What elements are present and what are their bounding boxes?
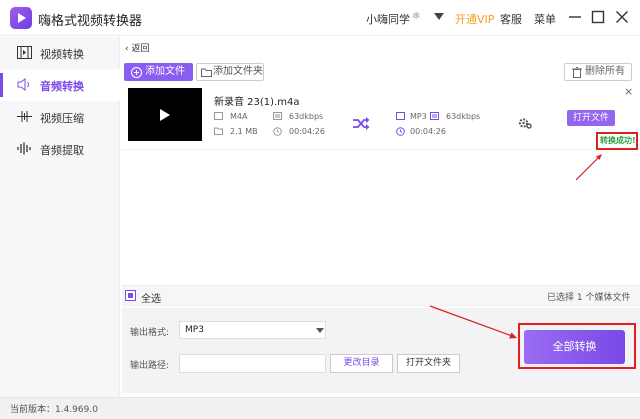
format-select[interactable]: MP3 — [179, 321, 326, 339]
add-file-button[interactable]: 添加文件 — [124, 63, 193, 81]
source-bitrate: 63dkbps — [289, 112, 324, 121]
shuffle-convert-icon — [353, 117, 370, 130]
sidebar-item-video-convert[interactable]: 视频转换 — [0, 37, 120, 69]
clock-icon — [273, 127, 282, 136]
target-format: MP3 — [410, 112, 427, 121]
user-dropdown-icon[interactable] — [434, 13, 444, 21]
version-text: 当前版本：1.4.969.0 — [10, 405, 98, 415]
close-icon[interactable] — [615, 10, 629, 24]
sidebar-item-audio-convert[interactable]: 音频转换 — [0, 69, 120, 101]
sidebar: 视频转换 音频转换 视频压缩 音频提取 — [0, 37, 120, 397]
format-icon — [214, 112, 223, 120]
select-all-label[interactable]: 全选 — [141, 290, 161, 305]
user-badge-icon: ❄ — [412, 11, 421, 22]
sidebar-item-video-compress[interactable]: 视频压缩 — [0, 101, 120, 133]
menu-link[interactable]: 菜单 — [534, 11, 556, 27]
bitrate-icon — [273, 112, 282, 120]
select-all-checkbox[interactable] — [125, 290, 136, 301]
add-folder-label: 添加文件夹 — [213, 66, 263, 77]
selected-count: 已选择 1 个媒体文件 — [547, 293, 631, 303]
source-size: 2.1 MB — [230, 127, 258, 136]
audio-convert-icon — [17, 78, 32, 91]
trash-icon — [572, 67, 582, 78]
vip-link[interactable]: 开通VIP — [455, 11, 494, 27]
back-link[interactable]: ‹ 返回 — [125, 41, 149, 54]
file-name: 新录音 23(1).m4a — [214, 97, 300, 108]
target-clock-icon — [396, 127, 405, 136]
source-duration: 00:04:26 — [289, 127, 325, 136]
open-file-button[interactable]: 打开文件 — [567, 110, 615, 126]
format-label: 输出格式: — [130, 328, 170, 338]
annotation-arrow — [428, 304, 520, 340]
add-file-label: 添加文件 — [145, 66, 185, 77]
status-badge: 转换成功! — [600, 136, 636, 145]
plus-icon — [131, 67, 142, 78]
sidebar-item-label: 音频提取 — [40, 144, 84, 157]
target-format-icon — [396, 112, 405, 120]
target-bitrate: 63dkbps — [446, 112, 481, 121]
remove-file-icon[interactable]: × — [624, 86, 633, 97]
minimize-icon[interactable] — [568, 10, 582, 24]
compress-icon — [17, 110, 32, 123]
user-name[interactable]: 小嗨同学 — [366, 11, 410, 27]
target-bitrate-icon — [430, 112, 439, 120]
play-icon[interactable] — [159, 108, 171, 122]
folder-icon — [201, 68, 212, 77]
back-label: 返回 — [131, 44, 150, 54]
sidebar-item-label: 音频转换 — [40, 80, 84, 93]
sidebar-item-audio-extract[interactable]: 音频提取 — [0, 133, 120, 165]
customer-service-link[interactable]: 客服 — [500, 11, 522, 27]
maximize-icon[interactable] — [591, 10, 605, 24]
settings-icon[interactable] — [518, 116, 532, 130]
path-label: 输出路径: — [130, 361, 170, 371]
convert-all-button[interactable]: 全部转换 — [524, 330, 625, 364]
app-logo-icon — [10, 7, 32, 29]
sidebar-item-label: 视频转换 — [40, 48, 84, 61]
delete-all-label: 删除所有 — [585, 66, 625, 77]
output-path-input[interactable] — [179, 354, 326, 373]
delete-all-button[interactable]: 删除所有 — [564, 63, 632, 81]
change-directory-button[interactable]: 更改目录 — [330, 354, 393, 373]
source-format: M4A — [230, 112, 248, 121]
video-convert-icon — [17, 46, 32, 59]
sidebar-item-label: 视频压缩 — [40, 112, 84, 125]
open-folder-button[interactable]: 打开文件夹 — [397, 354, 460, 373]
app-title: 嗨格式视频转换器 — [38, 14, 143, 29]
annotation-arrow — [570, 148, 606, 184]
size-folder-icon — [214, 127, 223, 135]
add-folder-button[interactable]: 添加文件夹 — [196, 63, 264, 81]
waveform-icon — [17, 142, 32, 155]
chevron-down-icon[interactable] — [316, 328, 324, 333]
target-duration: 00:04:26 — [410, 127, 446, 136]
